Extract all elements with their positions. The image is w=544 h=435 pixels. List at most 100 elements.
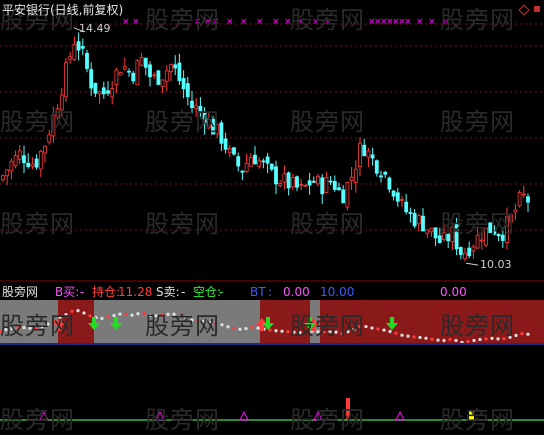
candle-body bbox=[412, 213, 417, 227]
top-signal-marks: × × × × × × × × × × × × × ××××××× × × × bbox=[122, 17, 450, 27]
candle-body bbox=[223, 138, 228, 150]
signal-mark: × bbox=[312, 17, 320, 27]
high-price-label: 14.49 bbox=[79, 22, 111, 35]
candle-body bbox=[59, 94, 64, 111]
indicator-point bbox=[190, 318, 194, 322]
candle-body bbox=[64, 62, 68, 98]
indicator-point bbox=[274, 329, 278, 333]
signal-mark: × bbox=[442, 17, 450, 27]
indicator-point bbox=[382, 328, 386, 332]
candle-body bbox=[391, 190, 396, 197]
candle-body bbox=[194, 105, 199, 110]
indicator-band bbox=[320, 300, 392, 344]
indicator-point bbox=[388, 329, 392, 334]
candle-body bbox=[433, 227, 438, 239]
indicator-point bbox=[454, 338, 458, 343]
signal-mark: × bbox=[416, 17, 424, 27]
bottom-triangle-icon bbox=[155, 410, 165, 421]
indicator-point bbox=[364, 324, 368, 329]
candlestick-series bbox=[1, 32, 530, 262]
indicator-point bbox=[178, 314, 182, 318]
candle-body bbox=[526, 196, 530, 203]
indicator-point bbox=[472, 338, 476, 343]
candle-body bbox=[236, 156, 241, 167]
indicator-point bbox=[100, 316, 104, 320]
signal-mark: × bbox=[256, 17, 264, 27]
volume-marker bbox=[469, 411, 474, 420]
candle-body bbox=[265, 156, 270, 164]
candle-body bbox=[43, 145, 47, 154]
candle-body bbox=[450, 226, 455, 243]
candle-body bbox=[164, 70, 169, 82]
indicator-point bbox=[346, 330, 350, 334]
indicator-point bbox=[208, 321, 212, 325]
candle-body bbox=[307, 180, 312, 186]
signal-mark: × bbox=[296, 17, 304, 27]
signal-mark: × bbox=[272, 17, 280, 27]
indicator-point bbox=[112, 313, 116, 318]
indicator-name: 股旁网 bbox=[2, 285, 39, 299]
candle-body bbox=[345, 182, 350, 208]
candle-body bbox=[437, 235, 442, 244]
indicator-point bbox=[196, 318, 200, 323]
candle-body bbox=[227, 148, 232, 154]
indicator-point bbox=[442, 338, 446, 343]
candle-body bbox=[408, 212, 413, 214]
candle-body bbox=[316, 175, 320, 185]
signal-mark: × bbox=[132, 17, 140, 27]
candle-body bbox=[206, 119, 211, 129]
indicator-point bbox=[316, 330, 320, 334]
candle-body bbox=[131, 72, 136, 82]
hold-value: 11.28 bbox=[118, 285, 153, 299]
square-icon[interactable] bbox=[534, 6, 540, 12]
candle-body bbox=[26, 162, 31, 168]
candle-body bbox=[181, 78, 186, 90]
indicator-value-3: 0.00 bbox=[440, 285, 467, 299]
candle-body bbox=[215, 124, 220, 135]
indicator-band bbox=[0, 300, 58, 344]
candle-body bbox=[211, 118, 215, 135]
candle-body bbox=[395, 192, 400, 202]
signal-mark: × bbox=[122, 17, 130, 27]
empty-label: 空仓: bbox=[193, 285, 222, 299]
candle-body bbox=[362, 144, 367, 157]
signal-mark: × bbox=[204, 17, 212, 27]
s-label: S卖: bbox=[156, 285, 180, 299]
indicator-point bbox=[514, 333, 518, 338]
candle-body bbox=[139, 56, 144, 66]
candle-body bbox=[110, 88, 115, 98]
candle-body bbox=[488, 222, 493, 233]
candle-body bbox=[135, 60, 140, 86]
candle-body bbox=[143, 57, 148, 68]
candle-body bbox=[320, 177, 325, 195]
indicator-bands bbox=[0, 300, 544, 344]
indicator-point bbox=[508, 335, 512, 339]
indicator-band bbox=[116, 300, 260, 344]
indicator-point bbox=[502, 337, 506, 341]
candle-body bbox=[114, 69, 119, 86]
indicator-point bbox=[106, 315, 110, 319]
candle-body bbox=[1, 175, 5, 181]
indicator-point bbox=[76, 309, 80, 313]
candle-body bbox=[34, 158, 39, 168]
signal-mark: × bbox=[284, 17, 292, 27]
indicator-point bbox=[406, 334, 410, 338]
bt-label: BT bbox=[250, 285, 266, 299]
indicator-point bbox=[28, 326, 32, 330]
indicator-point bbox=[202, 319, 206, 323]
candle-body bbox=[311, 180, 316, 183]
indicator-point bbox=[226, 325, 230, 329]
candle-body bbox=[17, 150, 22, 160]
candle-body bbox=[85, 52, 89, 69]
candle-body bbox=[509, 214, 514, 223]
indicator-point bbox=[148, 313, 152, 317]
candle-body bbox=[72, 44, 77, 60]
candle-body bbox=[160, 79, 165, 87]
indicator-point bbox=[436, 338, 440, 342]
candle-body bbox=[521, 193, 526, 196]
candle-body bbox=[190, 100, 194, 108]
candle-body bbox=[282, 173, 287, 183]
candle-body bbox=[248, 157, 253, 167]
candle-body bbox=[467, 247, 472, 257]
candle-body bbox=[122, 66, 127, 70]
